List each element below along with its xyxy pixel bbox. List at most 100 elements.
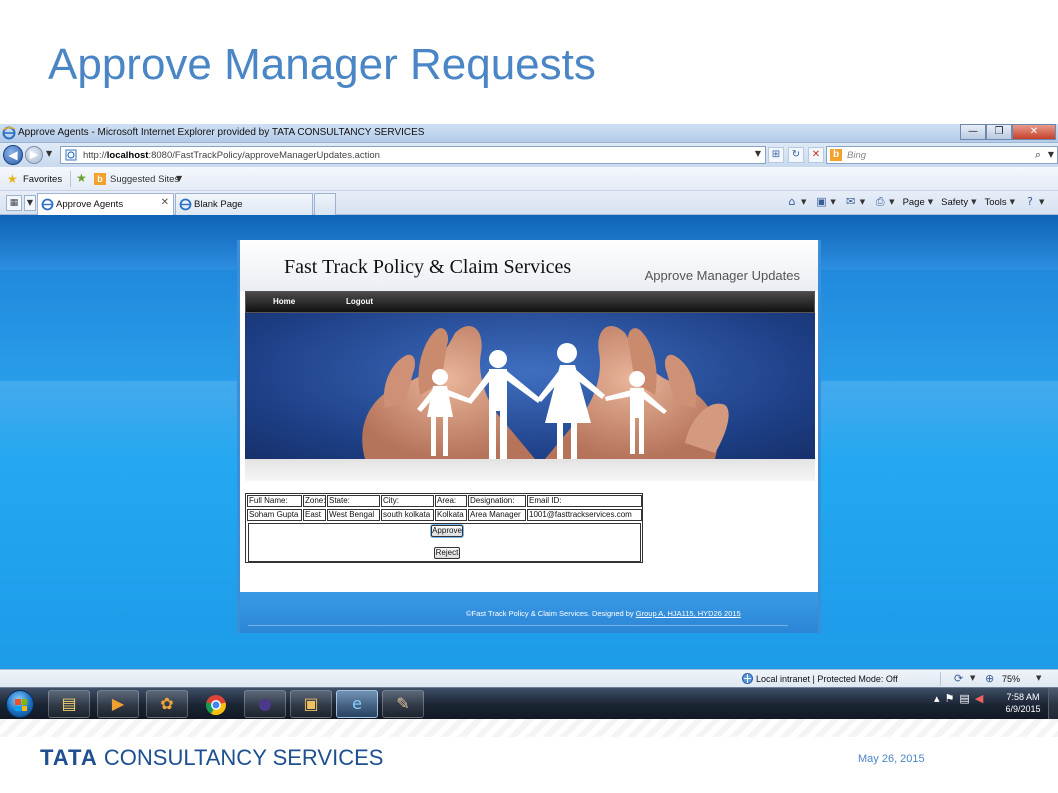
page-menu[interactable]: Page — [903, 197, 925, 208]
search-icon[interactable]: ⌕ — [1035, 148, 1041, 162]
slide-title: Approve Manager Requests — [48, 40, 596, 89]
windows-start-button[interactable] — [6, 690, 34, 718]
file-manager-icon[interactable]: ▣ — [290, 690, 332, 718]
media-player-icon[interactable]: ▶ — [97, 690, 139, 718]
approval-content: Full Name: Zone: State: City: Area: Desi… — [240, 481, 818, 592]
banner-divider — [245, 459, 815, 481]
paint-icon[interactable]: ✎ — [382, 690, 424, 718]
eclipse-icon[interactable]: ● — [244, 690, 286, 718]
home-dropdown[interactable]: ▼ — [801, 198, 806, 206]
restore-button[interactable]: ❐ — [986, 124, 1012, 140]
tab-label: Blank Page — [194, 199, 243, 210]
ie-icon: e — [352, 694, 362, 713]
intranet-zone-icon — [742, 673, 753, 684]
mail-icon[interactable]: ✉ — [844, 195, 858, 209]
help-dropdown[interactable]: ▼ — [1039, 198, 1044, 206]
explorer-icon[interactable]: ▤ — [48, 690, 90, 718]
refresh-icon[interactable]: ↻ — [788, 147, 804, 163]
cell-state: West Bengal — [327, 509, 380, 521]
status-separator — [940, 672, 941, 686]
network-icon[interactable]: ▤ — [959, 692, 969, 705]
slide-footer-band — [0, 719, 1058, 737]
feeds-icon[interactable]: ▣ — [814, 195, 828, 209]
chevron-down-icon[interactable]: ▼ — [176, 174, 182, 183]
feeds-dropdown[interactable]: ▼ — [830, 198, 835, 206]
close-button[interactable]: ✕ — [1012, 124, 1056, 140]
tcs-logo: TATA CONSULTANCY SERVICES — [40, 745, 384, 770]
footer-text: ©Fast Track Policy & Claim Services. Des… — [466, 609, 741, 618]
app-header: Fast Track Policy & Claim Services Appro… — [240, 240, 818, 291]
protected-mode-icon[interactable]: ⟳ — [954, 672, 963, 685]
cell-city: south kolkata — [381, 509, 434, 521]
app-subtitle: Approve Manager Updates — [644, 268, 800, 283]
gadgets-icon[interactable]: ✿ — [146, 690, 188, 718]
footer-copyright: ©Fast Track Policy & Claim Services. Des… — [466, 609, 634, 618]
cell-full-name: Soham Gupta — [247, 509, 302, 521]
help-icon[interactable]: ? — [1023, 195, 1037, 209]
url-text: http://localhost:8080/FastTrackPolicy/ap… — [83, 150, 380, 161]
search-field[interactable]: b Bing ⌕ ▼ — [826, 146, 1058, 164]
minimize-button[interactable]: — — [960, 124, 986, 140]
reject-button[interactable]: Reject — [434, 547, 460, 559]
stop-icon[interactable]: ✕ — [808, 147, 824, 163]
tray-expand-icon[interactable]: ▴ — [934, 692, 940, 705]
tab-list-dropdown[interactable]: ▼ — [24, 195, 36, 211]
command-bar: ⌂ ▼ ▣ ▼ ✉ ▼ ⎙ ▼ Page ▼ Safety ▼ Tools ▼ ? ▼ — [785, 195, 1050, 209]
mail-dropdown[interactable]: ▼ — [860, 198, 865, 206]
tab-blank-page[interactable]: Blank Page — [175, 193, 313, 215]
ie-icon — [41, 198, 54, 211]
action-center-icon[interactable]: ⚑ — [945, 692, 955, 705]
header-city: City: — [381, 495, 434, 507]
bing-icon: b — [830, 149, 842, 161]
close-tab-icon[interactable]: ✕ — [161, 197, 169, 208]
nav-logout-link[interactable]: Logout — [346, 297, 373, 306]
back-button[interactable]: ◀ — [3, 145, 23, 165]
approve-button[interactable]: Approve — [431, 525, 463, 537]
header-designation: Designation: — [468, 495, 526, 507]
new-tab-button[interactable] — [314, 193, 336, 215]
print-dropdown[interactable]: ▼ — [889, 198, 894, 206]
cell-area: Kolkata — [435, 509, 467, 521]
add-favorites-icon[interactable]: ★ — [76, 171, 87, 185]
cell-designation: Area Manager — [468, 509, 526, 521]
suggested-sites-button[interactable]: Suggested Sites — [110, 174, 179, 185]
print-icon[interactable]: ⎙ — [873, 195, 887, 209]
forward-button[interactable]: ▶ — [25, 146, 43, 164]
quick-tabs-button[interactable]: ▦ — [6, 195, 22, 211]
security-zone-text[interactable]: Local intranet | Protected Mode: Off — [756, 674, 898, 684]
header-zone: Zone: — [303, 495, 326, 507]
url-field[interactable]: http://localhost:8080/FastTrackPolicy/ap… — [60, 146, 766, 164]
chrome-icon[interactable] — [195, 690, 237, 718]
show-desktop-button[interactable] — [1048, 688, 1058, 719]
zoom-level[interactable]: 75% — [1002, 674, 1020, 684]
tools-menu[interactable]: Tools — [984, 197, 1006, 208]
forward-icon: ▶ — [29, 148, 39, 161]
footer-credits-link[interactable]: Group A, HJA115, HYD26 2015 — [636, 609, 741, 618]
zoom-dropdown[interactable]: ▼ — [1036, 674, 1041, 682]
search-dropdown[interactable]: ▼ — [1048, 150, 1054, 159]
status-dropdown[interactable]: ▼ — [970, 674, 975, 682]
nav-home-link[interactable]: Home — [273, 297, 295, 306]
search-placeholder: Bing — [847, 150, 867, 161]
favorites-button[interactable]: Favorites — [23, 174, 62, 185]
system-tray: ▴ ⚑ ▤ ◀ — [934, 692, 983, 705]
home-icon[interactable]: ⌂ — [785, 195, 799, 209]
url-dropdown[interactable]: ▼ — [755, 149, 761, 158]
header-area: Area: — [435, 495, 467, 507]
internet-explorer-taskbar-button[interactable]: e — [336, 690, 378, 718]
compatibility-view-icon[interactable]: ⊞ — [768, 147, 784, 163]
slide-date: May 26, 2015 — [858, 753, 925, 765]
system-clock[interactable]: 7:58 AM 6/9/2015 — [1003, 691, 1043, 715]
page-icon — [65, 149, 77, 161]
ie-icon — [179, 198, 192, 211]
tab-approve-agents[interactable]: Approve Agents ✕ — [37, 193, 174, 215]
history-dropdown[interactable]: ▼ — [46, 149, 52, 158]
browser-screenshot: Approve Agents - Microsoft Internet Expl… — [0, 124, 1058, 719]
app-title: Fast Track Policy & Claim Services — [284, 256, 572, 278]
favorites-star-icon[interactable]: ★ — [7, 172, 18, 186]
tab-label: Approve Agents — [56, 199, 124, 210]
safety-menu[interactable]: Safety — [941, 197, 968, 208]
zoom-icon[interactable]: ⊕ — [985, 672, 994, 685]
volume-icon[interactable]: ◀ — [975, 692, 983, 705]
windows-start-icon — [15, 699, 27, 711]
